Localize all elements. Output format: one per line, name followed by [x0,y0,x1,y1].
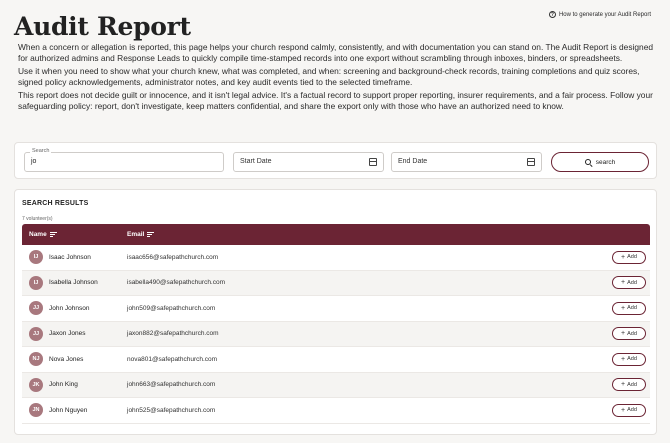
search-panel: Search jo Start Date End Date search [14,142,657,179]
search-button[interactable]: search [551,152,649,172]
table-row: NJ Nova Jones nova801@safepathchurch.com… [22,347,650,373]
table-header: Name Email [22,224,650,245]
sort-icon [147,232,155,237]
plus-icon: + [621,304,626,312]
help-icon: ? [548,11,556,18]
intro-paragraph: When a concern or allegation is reported… [18,42,654,63]
end-date-placeholder: End Date [398,158,428,165]
search-label: Search [30,148,52,154]
volunteer-email: isabella490@safepathchurch.com [127,279,226,287]
plus-icon: + [621,355,626,363]
intro-paragraph: Use it when you need to show what your c… [18,66,640,87]
volunteer-name: John King [49,381,78,389]
plus-icon: + [621,330,626,338]
volunteer-email: john525@safepathchurch.com [127,406,216,414]
add-button-label: Add [627,279,637,286]
volunteer-name: Isabella Johnson [49,279,98,287]
add-button[interactable]: + Add [612,276,646,290]
table-row: JJ John Johnson john509@safepathchurch.c… [22,296,650,322]
intro-paragraph: This report does not decide guilt or inn… [18,90,653,111]
help-link-label: How to generate your Audit Report [558,11,651,18]
name-column-header[interactable]: Name [29,231,57,238]
help-link[interactable]: ? How to generate your Audit Report [548,11,651,18]
volunteer-name: Jaxon Jones [49,330,86,338]
volunteer-email: nova801@safepathchurch.com [127,355,218,363]
add-button[interactable]: + Add [612,301,646,315]
table-row: JJ Jaxon Jones jaxon882@safepathchurch.c… [22,321,650,347]
email-column-label: Email [127,231,145,238]
start-date-field[interactable]: Start Date [233,152,384,172]
volunteer-name: John Johnson [49,304,90,312]
avatar: IJ [29,275,43,290]
intro-text: When a concern or allegation is reported… [18,42,658,115]
volunteer-name: Nova Jones [49,355,84,363]
results-count: 7 volunteer(s) [22,216,53,222]
table-row: JK John King john663@safepathchurch.com … [22,372,650,398]
search-input[interactable]: Search jo [24,148,224,172]
add-button-label: Add [627,254,637,261]
table-row: IJ Isaac Johnson isaac656@safepathchurch… [22,245,650,271]
volunteer-email: john663@safepathchurch.com [127,381,216,389]
start-date-placeholder: Start Date [240,158,272,165]
add-button-label: Add [627,330,637,337]
avatar: JK [29,377,43,392]
avatar: IJ [29,250,43,265]
avatar: NJ [29,352,43,367]
volunteer-email: jaxon882@safepathchurch.com [127,330,219,338]
calendar-icon[interactable] [527,158,535,166]
name-column-label: Name [29,231,47,238]
add-button[interactable]: + Add [612,378,646,392]
results-title: SEARCH RESULTS [22,200,89,207]
add-button[interactable]: + Add [612,327,646,341]
add-button[interactable]: + Add [612,352,646,366]
search-icon [584,158,592,166]
email-column-header[interactable]: Email [127,231,155,238]
results-table-body: IJ Isaac Johnson isaac656@safepathchurch… [22,245,650,424]
page-title: Audit Report [14,12,191,41]
table-row: IJ Isabella Johnson isabella490@safepath… [22,270,650,296]
plus-icon: + [621,406,626,414]
avatar: JJ [29,301,43,316]
avatar: JN [29,403,43,418]
add-button[interactable]: + Add [612,403,646,417]
results-panel: SEARCH RESULTS 7 volunteer(s) Name Email… [14,189,657,435]
search-input-value: jo [31,158,37,165]
end-date-field[interactable]: End Date [391,152,542,172]
search-button-label: search [595,158,616,166]
avatar: JJ [29,326,43,341]
volunteer-name: John Nguyen [49,406,88,414]
volunteer-name: Isaac Johnson [49,253,91,261]
calendar-icon[interactable] [369,158,377,166]
volunteer-email: john509@safepathchurch.com [127,304,216,312]
add-button[interactable]: + Add [612,250,646,264]
add-button-label: Add [627,407,637,414]
add-button-label: Add [627,305,637,312]
add-button-label: Add [627,381,637,388]
add-button-label: Add [627,356,637,363]
volunteer-email: isaac656@safepathchurch.com [127,253,219,261]
plus-icon: + [621,279,626,287]
sort-icon [49,232,57,237]
plus-icon: + [621,381,626,389]
plus-icon: + [621,253,626,261]
table-row: JN John Nguyen john525@safepathchurch.co… [22,398,650,424]
